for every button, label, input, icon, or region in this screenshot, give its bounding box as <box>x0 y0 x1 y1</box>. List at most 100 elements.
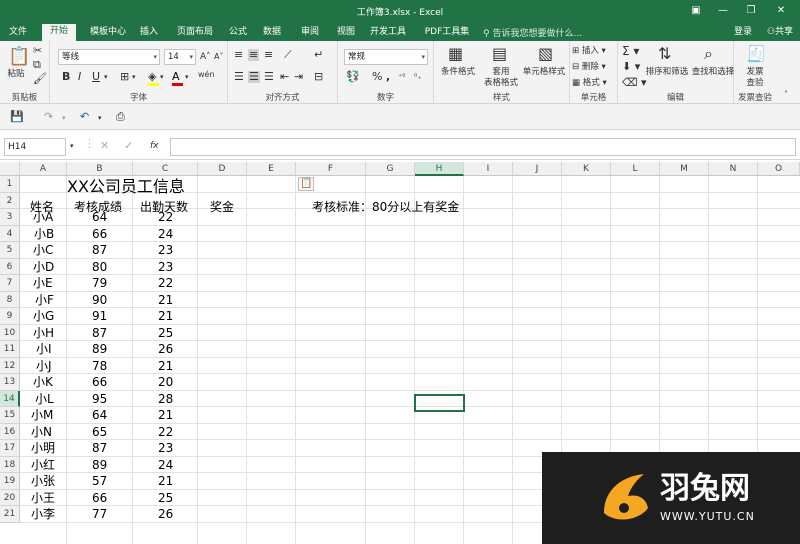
cell-score-row-19[interactable]: 57 <box>92 473 107 489</box>
chevron-down-icon[interactable]: ▾ <box>185 71 189 83</box>
cell-name-row-12[interactable]: 小J <box>36 358 52 374</box>
tab-page-layout[interactable]: 页面布局 <box>170 25 220 41</box>
cell-name-row-16[interactable]: 小N <box>31 424 52 440</box>
insert-cells-button[interactable]: ⊞ 插入 ▾ <box>572 45 606 57</box>
font-name-combo[interactable]: 等线 ▾ <box>58 49 160 65</box>
chevron-down-icon[interactable]: ▾ <box>160 71 164 83</box>
clear-icon[interactable]: ⌫ ▾ <box>622 77 647 89</box>
chevron-down-icon[interactable]: ▾ <box>70 140 74 152</box>
align-right-icon[interactable]: ☰ <box>264 71 274 83</box>
underline-button[interactable]: U <box>92 71 100 83</box>
chevron-down-icon[interactable]: ▾ <box>132 71 136 83</box>
cell-attendance-row-8[interactable]: 21 <box>158 292 173 308</box>
cell-name-row-3[interactable]: 小A <box>33 209 53 225</box>
align-top-icon[interactable]: ≡ <box>234 49 243 61</box>
cell-attendance-row-17[interactable]: 23 <box>158 440 173 456</box>
cell-attendance-row-11[interactable]: 26 <box>158 341 173 357</box>
fill-icon[interactable]: ⬇ ▾ <box>622 61 640 73</box>
tab-insert[interactable]: 插入 <box>134 25 164 41</box>
chevron-down-icon[interactable]: ▾ <box>104 71 108 83</box>
column-header-i[interactable]: I <box>464 162 513 176</box>
cell-attendance-row-18[interactable]: 24 <box>158 457 173 473</box>
cut-icon[interactable]: ✂ <box>33 45 42 57</box>
row-header-10[interactable]: 10 <box>0 324 20 341</box>
cell-name-row-11[interactable]: 小I <box>36 341 52 357</box>
paste-button[interactable]: 粘贴 <box>4 69 28 80</box>
cell-style-icon[interactable]: ▧ <box>538 45 553 63</box>
row-header-8[interactable]: 8 <box>0 291 20 308</box>
row-header-4[interactable]: 4 <box>0 225 20 242</box>
cell-score-row-16[interactable]: 65 <box>92 424 107 440</box>
row-header-20[interactable]: 20 <box>0 489 20 506</box>
close-button[interactable]: ✕ <box>770 3 792 19</box>
cell-score-row-5[interactable]: 87 <box>92 242 107 258</box>
decrease-indent-icon[interactable]: ⇤ <box>280 71 289 83</box>
criteria-cell[interactable]: 考核标准：80分以上有奖金 <box>312 199 459 215</box>
column-header-b[interactable]: B <box>67 162 133 176</box>
select-all-corner[interactable] <box>0 162 20 176</box>
undo-icon[interactable]: ↶ <box>80 111 89 123</box>
column-header-f[interactable]: F <box>296 162 366 176</box>
cell-score-row-6[interactable]: 80 <box>92 259 107 275</box>
cell-attendance-row-7[interactable]: 22 <box>158 275 173 291</box>
cell-attendance-row-3[interactable]: 22 <box>158 209 173 225</box>
conditional-format-icon[interactable]: ▦ <box>448 45 463 63</box>
redo-icon[interactable]: ↷ <box>44 111 53 123</box>
bold-button[interactable]: B <box>62 71 70 83</box>
column-header-g[interactable]: G <box>366 162 415 176</box>
cell-score-row-15[interactable]: 64 <box>92 407 107 423</box>
font-size-combo[interactable]: 14 ▾ <box>164 49 196 65</box>
sort-filter-button[interactable]: 排序和筛选 <box>644 67 690 78</box>
cell-name-row-9[interactable]: 小G <box>33 308 54 324</box>
row-header-21[interactable]: 21 <box>0 506 20 523</box>
cell-attendance-row-12[interactable]: 21 <box>158 358 173 374</box>
font-color-icon[interactable]: A <box>172 71 183 86</box>
cell-attendance-row-9[interactable]: 21 <box>158 308 173 324</box>
header-bonus-cell[interactable]: 奖金 <box>210 199 234 215</box>
minimize-button[interactable]: — <box>712 3 734 19</box>
column-header-m[interactable]: M <box>660 162 709 176</box>
row-header-1[interactable]: 1 <box>0 176 20 193</box>
row-header-15[interactable]: 15 <box>0 407 20 424</box>
cell-name-row-13[interactable]: 小K <box>33 374 53 390</box>
cell-attendance-row-20[interactable]: 25 <box>158 490 173 506</box>
format-painter-icon[interactable]: 🖌 <box>33 73 47 85</box>
column-header-d[interactable]: D <box>198 162 247 176</box>
cell-name-row-18[interactable]: 小红 <box>31 457 55 473</box>
tab-view[interactable]: 视图 <box>332 25 360 41</box>
formula-input[interactable] <box>170 138 796 156</box>
increase-indent-icon[interactable]: ⇥ <box>294 71 303 83</box>
cell-attendance-row-6[interactable]: 23 <box>158 259 173 275</box>
phonetic-button[interactable]: wén <box>198 69 215 81</box>
find-select-icon[interactable]: ⌕ <box>704 45 713 63</box>
cell-score-row-14[interactable]: 95 <box>92 391 107 407</box>
active-cell-h14[interactable] <box>414 394 465 412</box>
decrease-decimal-icon[interactable]: ⁰₊ <box>414 71 421 83</box>
cell-attendance-row-13[interactable]: 20 <box>158 374 173 390</box>
find-select-button[interactable]: 查找和选择 <box>690 67 736 78</box>
sort-filter-icon[interactable]: ⇅ <box>658 45 671 63</box>
cell-name-row-20[interactable]: 小王 <box>31 490 55 506</box>
cell-score-row-21[interactable]: 77 <box>92 506 107 522</box>
cell-attendance-row-5[interactable]: 23 <box>158 242 173 258</box>
cell-attendance-row-16[interactable]: 22 <box>158 424 173 440</box>
cell-score-row-11[interactable]: 89 <box>92 341 107 357</box>
fill-color-icon[interactable]: ◈ <box>148 71 159 86</box>
conditional-format-button[interactable]: 条件格式 <box>436 67 480 78</box>
row-header-9[interactable]: 9 <box>0 308 20 325</box>
cell-score-row-13[interactable]: 66 <box>92 374 107 390</box>
cell-name-row-6[interactable]: 小D <box>33 259 54 275</box>
tab-template-center[interactable]: 模板中心 <box>82 25 134 41</box>
cell-name-row-19[interactable]: 小张 <box>31 473 55 489</box>
cell-name-row-4[interactable]: 小B <box>34 226 54 242</box>
increase-font-icon[interactable]: A˄ <box>200 51 211 63</box>
cell-score-row-12[interactable]: 78 <box>92 358 107 374</box>
align-left-icon[interactable]: ☰ <box>234 71 244 83</box>
cell-score-row-17[interactable]: 87 <box>92 440 107 456</box>
tell-me-search[interactable]: ⚲ 告诉我您想要做什么... <box>483 26 582 39</box>
row-header-18[interactable]: 18 <box>0 456 20 473</box>
delete-cells-button[interactable]: ⊟ 删除 ▾ <box>572 61 606 73</box>
column-header-c[interactable]: C <box>133 162 198 176</box>
border-icon[interactable]: ⊞ <box>120 71 129 83</box>
cell-name-row-15[interactable]: 小M <box>31 407 53 423</box>
